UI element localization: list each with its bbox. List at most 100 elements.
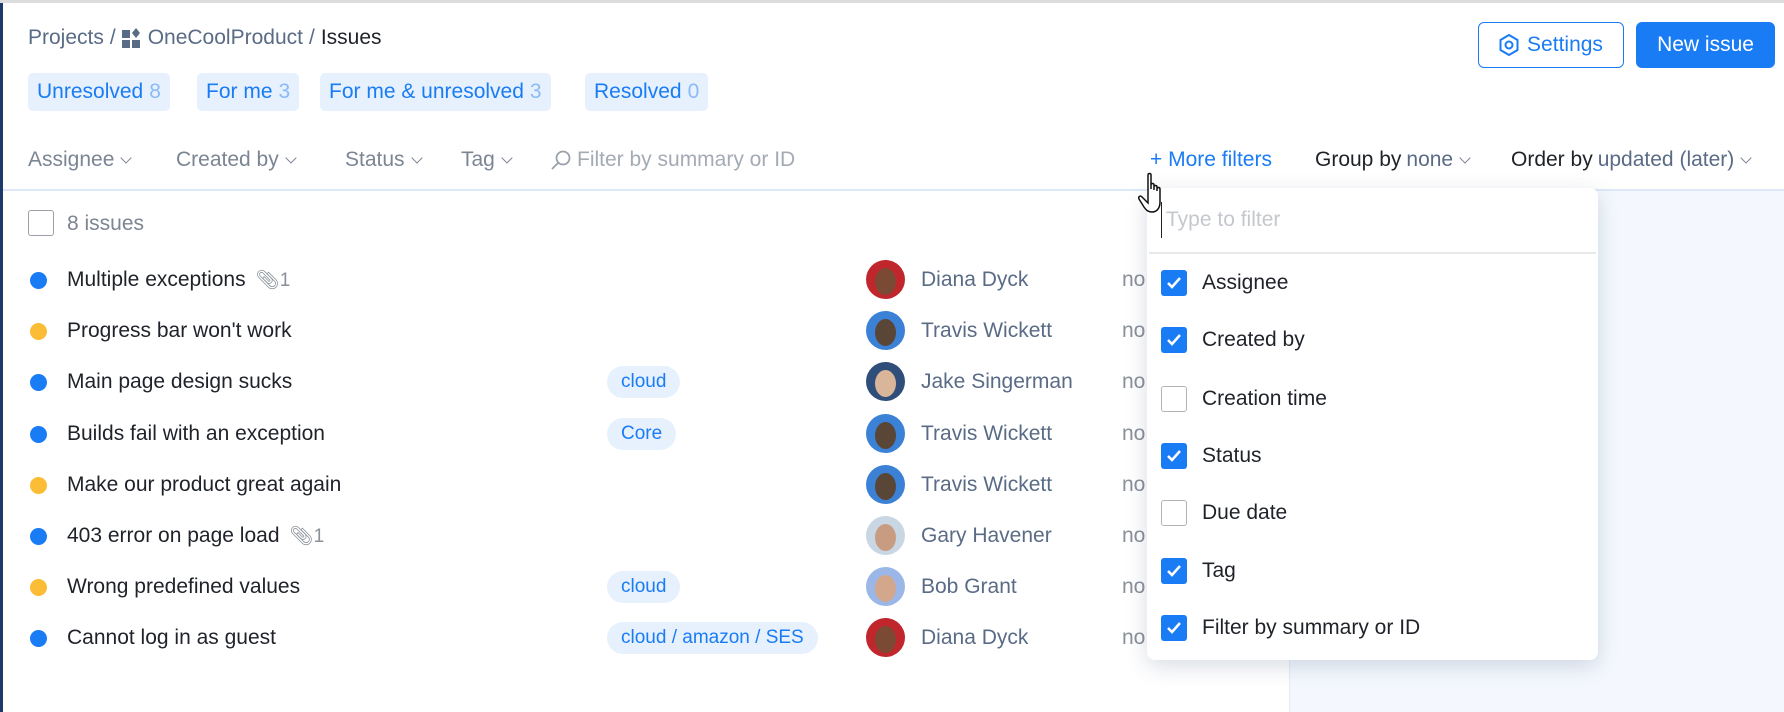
avatar [866,311,905,351]
issue-title-text: Builds fail with an exception [67,421,325,445]
chevron-down-icon [501,151,513,164]
assignee-name[interactable]: Travis Wickett [921,319,1052,343]
attachment-count: 1 [279,270,291,291]
issue-title[interactable]: Make our product great again [67,473,341,497]
issue-row[interactable]: Make our product great again Travis Wick… [0,464,1289,505]
assignee-name[interactable]: Gary Havener [921,524,1052,548]
hand-cursor-icon [1138,172,1161,213]
assignee-name[interactable]: Jake Singerman [921,370,1073,394]
assignee-name[interactable]: Travis Wickett [921,422,1052,446]
issue-tag[interactable]: cloud [607,571,681,604]
checked-checkbox-icon[interactable] [1161,443,1187,469]
tag-filter[interactable]: Tag [461,148,513,172]
attachment-indicator: 📎︎1 [290,524,325,548]
status-dot [30,323,47,341]
issue-extra-value: no [1122,472,1146,496]
created-by-filter[interactable]: Created by [176,148,297,172]
filter-option-due-date[interactable]: Due date [1161,493,1581,533]
issue-count: 8 issues [67,212,145,235]
assignee-name[interactable]: Bob Grant [921,575,1017,599]
filter-option-filter-by-summary-or-id[interactable]: Filter by summary or ID [1161,608,1581,648]
breadcrumb-project[interactable]: OneCoolProduct [148,26,303,50]
search-filter[interactable]: Filter by summary or ID [550,148,795,172]
search-placeholder: Filter by summary or ID [577,148,796,171]
status-dot [30,476,47,494]
tab-for-me-unresolved[interactable]: For me & unresolved 3 [320,73,551,111]
option-label: Created by [1202,328,1305,351]
issue-row[interactable]: Multiple exceptions 📎︎1 Diana Dyck no [0,260,1289,300]
issue-tag[interactable]: Core [607,417,677,450]
unchecked-checkbox-icon[interactable] [1161,500,1187,526]
issue-extra-value: no [1122,421,1146,445]
assignee-name[interactable]: Diana Dyck [921,626,1028,650]
unchecked-checkbox-icon[interactable] [1161,386,1187,412]
group-by-select[interactable]: Group by none [1315,148,1471,172]
dropdown-divider [1149,252,1596,254]
issue-title[interactable]: Multiple exceptions 📎︎1 [67,268,290,292]
filter-option-status[interactable]: Status [1161,436,1581,476]
settings-button[interactable]: Settings [1478,22,1624,68]
chevron-down-icon [1459,151,1471,164]
tab-unresolved[interactable]: Unresolved 8 [28,73,170,111]
issue-row[interactable]: Cannot log in as guest cloud / amazon / … [0,618,1289,658]
checked-checkbox-icon[interactable] [1161,270,1187,296]
search-icon [551,150,571,170]
avatar [866,260,905,299]
issue-row[interactable]: 403 error on page load 📎︎1 Gary Havener n… [0,516,1289,556]
select-all-checkbox[interactable] [28,210,54,236]
issue-title[interactable]: Wrong predefined values [67,575,300,599]
assignee-name[interactable]: Diana Dyck [921,268,1028,292]
status-filter[interactable]: Status [345,148,423,172]
attachment-count: 1 [313,526,325,547]
issue-title-text: Cannot log in as guest [67,626,276,650]
filter-label: Assignee [28,148,115,171]
issue-title[interactable]: Builds fail with an exception [67,422,325,446]
issue-title[interactable]: Cannot log in as guest [67,626,276,650]
issue-title-text: Progress bar won't work [67,319,292,343]
issue-row[interactable]: Wrong predefined values cloud Bob Grant … [0,567,1289,607]
tab-count: 3 [278,80,291,103]
tab-count: 8 [149,80,161,103]
issue-title-text: 403 error on page load [67,524,280,547]
new-issue-button[interactable]: New issue [1636,22,1775,68]
issue-row[interactable]: Main page design sucks cloud Jake Singer… [0,362,1289,402]
assignee-name[interactable]: Travis Wickett [921,473,1052,497]
issue-row[interactable]: Builds fail with an exception Core Travi… [0,413,1289,454]
filter-option-tag[interactable]: Tag [1161,551,1581,591]
chevron-down-icon [410,151,423,164]
issue-row[interactable]: Progress bar won't work Travis Wickett n… [0,311,1289,351]
status-dot [30,630,47,648]
assignee-filter[interactable]: Assignee [28,148,133,172]
checked-checkbox-icon[interactable] [1161,615,1187,641]
status-dot [30,374,47,392]
tab-label: Resolved [594,80,682,103]
filter-option-creation-time[interactable]: Creation time [1161,379,1581,419]
tab-label: Unresolved [37,80,144,103]
issue-tag[interactable]: cloud [607,366,681,399]
issue-title[interactable]: 403 error on page load 📎︎1 [67,524,324,548]
order-by-select[interactable]: Order by updated (later) [1511,148,1752,172]
checked-checkbox-icon[interactable] [1161,558,1187,584]
filter-options-input[interactable] [1161,202,1581,238]
filter-option-created-by[interactable]: Created by [1161,320,1581,360]
issue-tag[interactable]: cloud / amazon / SES [607,622,818,655]
order-by-value: updated (later) [1597,148,1735,171]
issue-title[interactable]: Progress bar won't work [67,319,292,343]
checked-checkbox-icon[interactable] [1161,327,1187,353]
tab-for-me[interactable]: For me 3 [197,73,300,111]
issue-title-text: Make our product great again [67,472,342,496]
issue-extra-value: no [1122,524,1146,547]
settings-label: Settings [1527,33,1603,56]
breadcrumb-projects[interactable]: Projects [28,26,104,50]
more-filters-button[interactable]: + More filters [1150,148,1272,172]
issue-extra-value: no [1122,370,1146,394]
filter-label: Status [345,148,405,171]
filter-option-assignee[interactable]: Assignee [1161,263,1581,303]
chevron-down-icon [285,151,297,164]
avatar [866,567,905,607]
status-dot [30,579,47,597]
option-label: Creation time [1202,387,1327,410]
issue-title[interactable]: Main page design sucks [67,370,292,394]
breadcrumb: Projects / OneCoolProduct / Issues [28,26,382,50]
tab-resolved[interactable]: Resolved 0 [585,73,709,111]
